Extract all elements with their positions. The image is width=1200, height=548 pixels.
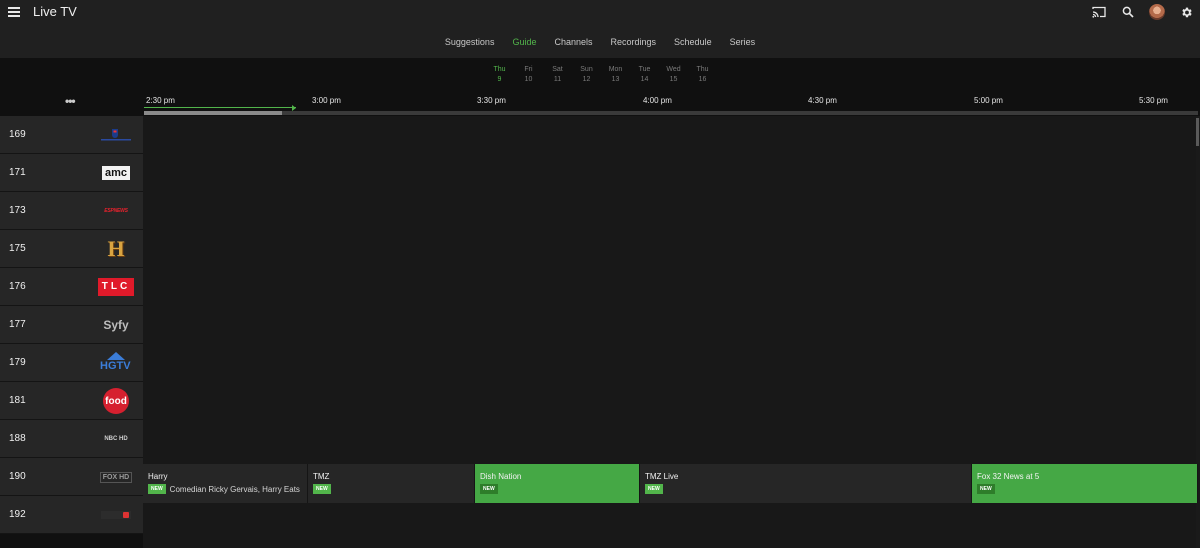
time-slot: 5:00 pm — [974, 96, 1003, 105]
day-wed-15[interactable]: Wed 15 — [666, 65, 681, 85]
search-icon[interactable] — [1118, 2, 1138, 22]
nfl-network-logo-icon — [96, 120, 136, 150]
channel-number: 190 — [9, 471, 26, 482]
hgtv-logo-icon: HGTV — [96, 348, 136, 378]
time-slot: 4:30 pm — [808, 96, 837, 105]
channel-row[interactable]: 177 Syfy — [0, 306, 143, 344]
program-title: TMZ — [313, 472, 330, 481]
program-title: Harry — [148, 472, 168, 481]
program-cell[interactable]: Fox 32 News at 5 NEW — [972, 464, 1198, 503]
current-time-indicator — [144, 107, 296, 108]
food-network-logo-icon: food — [96, 386, 136, 416]
tv-guide: Thu 9 Fri 10 Sat 11 Sun 12 Mon 13 Tue 14 Wed 15… — [0, 58, 1200, 548]
channel-row[interactable]: 188 NBC HD — [0, 420, 143, 458]
channel-row[interactable]: 176 TLC — [0, 268, 143, 306]
channel-number: 192 — [9, 509, 26, 520]
vertical-scroll-thumb[interactable] — [1196, 118, 1199, 146]
syfy-logo-icon: Syfy — [103, 318, 129, 332]
new-badge: NEW — [313, 484, 331, 494]
channel-row[interactable]: 169 — [0, 116, 143, 154]
channel-number: 171 — [9, 167, 26, 178]
section-tabs: Suggestions Guide Channels Recordings Sc… — [0, 37, 1200, 62]
channel-row[interactable]: 190 FOX HD — [0, 458, 143, 496]
more-options-button[interactable]: ••• — [65, 94, 76, 108]
nbc-hd-logo-icon: NBC HD — [104, 436, 128, 442]
new-badge: NEW — [480, 484, 498, 494]
tab-schedule[interactable]: Schedule — [674, 37, 712, 53]
history-logo-icon: H — [107, 236, 125, 261]
tab-series[interactable]: Series — [730, 37, 756, 53]
header-actions — [1089, 2, 1196, 22]
day-thu-16[interactable]: Thu 16 — [695, 65, 710, 85]
program-row-190: Harry NEW Comedian Ricky Gervais, Harry E… — [143, 464, 1198, 503]
program-description: Comedian Ricky Gervais, Harry Eats — [169, 484, 300, 494]
channel-row[interactable]: 179 HGTV — [0, 344, 143, 382]
channel-row[interactable]: 173 ESPNEWS — [0, 192, 143, 230]
program-title: TMZ Live — [645, 472, 679, 481]
program-cell[interactable]: TMZ NEW — [308, 464, 475, 503]
tlc-logo-icon: TLC — [96, 272, 136, 302]
hamburger-menu-icon[interactable] — [6, 3, 22, 19]
channel-number: 181 — [9, 395, 26, 406]
program-cell[interactable]: Harry NEW Comedian Ricky Gervais, Harry E… — [143, 464, 308, 503]
channel-number: 177 — [9, 319, 26, 330]
channel-number: 176 — [9, 281, 26, 292]
live-tv-app: Live TV Suggestions Guide Channels Recor… — [0, 0, 1200, 548]
time-slot: 4:00 pm — [643, 96, 672, 105]
channel-number: 173 — [9, 205, 26, 216]
top-bar: Live TV Suggestions Guide Channels Recor… — [0, 0, 1200, 62]
tab-recordings[interactable]: Recordings — [611, 37, 657, 53]
espnews-logo-icon: ESPNEWS — [104, 208, 128, 214]
fox-hd-logo-icon: FOX HD — [96, 462, 136, 492]
program-cell[interactable]: TMZ Live NEW — [640, 464, 972, 503]
horizontal-scrollbar[interactable] — [144, 111, 1198, 115]
tab-guide[interactable]: Guide — [506, 37, 543, 62]
channel-row[interactable]: 192 — [0, 496, 143, 534]
program-title: Dish Nation — [480, 472, 522, 481]
day-sat-11[interactable]: Sat 11 — [550, 65, 565, 85]
day-thu-9[interactable]: Thu 9 — [492, 65, 507, 85]
day-mon-13[interactable]: Mon 13 — [608, 65, 623, 85]
channel-number: 169 — [9, 129, 26, 140]
tab-suggestions[interactable]: Suggestions — [445, 37, 495, 53]
user-avatar[interactable] — [1147, 2, 1167, 22]
channel-row[interactable]: 175 H — [0, 230, 143, 268]
day-fri-10[interactable]: Fri 10 — [521, 65, 536, 85]
amc-logo-icon: amc — [96, 158, 136, 188]
channel-row[interactable]: 171 amc — [0, 154, 143, 192]
program-title: Fox 32 News at 5 — [977, 472, 1040, 481]
day-selector: Thu 9 Fri 10 Sat 11 Sun 12 Mon 13 Tue 14 Wed 15… — [0, 65, 1200, 85]
time-slot: 5:30 pm — [1139, 96, 1168, 105]
channel-number: 188 — [9, 433, 26, 444]
settings-gear-icon[interactable] — [1176, 2, 1196, 22]
time-slot: 3:30 pm — [477, 96, 506, 105]
time-slot: 3:00 pm — [312, 96, 341, 105]
channel-list: 169 171 amc 173 ESPNEWS 175 H 176 TLC 17… — [0, 116, 143, 534]
channel-number: 179 — [9, 357, 26, 368]
new-badge: NEW — [148, 484, 166, 494]
time-slot: 2:30 pm — [146, 96, 175, 105]
channel-logo-icon — [96, 500, 136, 530]
new-badge: NEW — [977, 484, 995, 494]
horizontal-scroll-thumb[interactable] — [144, 111, 282, 115]
tab-channels[interactable]: Channels — [554, 37, 592, 53]
cast-icon[interactable] — [1089, 2, 1109, 22]
page-title: Live TV — [33, 4, 77, 19]
new-badge: NEW — [645, 484, 663, 494]
program-cell[interactable]: Dish Nation NEW — [475, 464, 640, 503]
channel-row[interactable]: 181 food — [0, 382, 143, 420]
channel-number: 175 — [9, 243, 26, 254]
day-tue-14[interactable]: Tue 14 — [637, 65, 652, 85]
day-sun-12[interactable]: Sun 12 — [579, 65, 594, 85]
